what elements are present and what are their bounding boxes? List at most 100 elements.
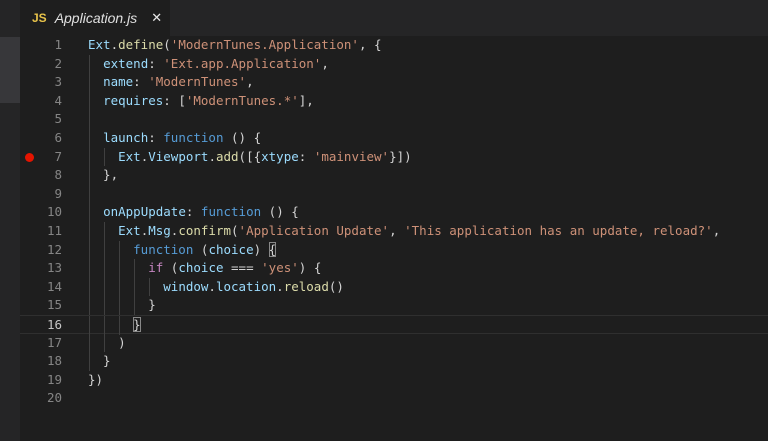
code-editor[interactable]: 1Ext.define('ModernTunes.Application', {… bbox=[20, 36, 768, 441]
line-number: 1 bbox=[20, 36, 62, 55]
code-line[interactable]: 20 bbox=[20, 389, 768, 408]
code-token: function bbox=[163, 130, 223, 145]
code-text: Ext.Msg.confirm('Application Update', 'T… bbox=[88, 222, 720, 241]
code-token: . bbox=[276, 279, 284, 294]
code-line[interactable]: 14 window.location.reload() bbox=[20, 278, 768, 297]
code-token: () { bbox=[224, 130, 262, 145]
code-token: : bbox=[133, 74, 148, 89]
code-token: : bbox=[299, 149, 314, 164]
code-line[interactable]: 4 requires: ['ModernTunes.*'], bbox=[20, 92, 768, 111]
activity-bar bbox=[0, 0, 20, 441]
code-token bbox=[88, 93, 103, 108]
code-token: function bbox=[201, 204, 261, 219]
code-token bbox=[88, 279, 163, 294]
code-token: name bbox=[103, 74, 133, 89]
code-token: Msg bbox=[148, 223, 171, 238]
code-token: ( bbox=[163, 260, 178, 275]
code-token: ) bbox=[88, 335, 126, 350]
line-number: 11 bbox=[20, 222, 62, 241]
code-token: ( bbox=[231, 223, 239, 238]
code-token: launch bbox=[103, 130, 148, 145]
code-token bbox=[88, 204, 103, 219]
indent-guide bbox=[89, 185, 90, 204]
code-token: 'ModernTunes.Application' bbox=[171, 37, 359, 52]
code-token: : bbox=[148, 130, 163, 145]
code-text: requires: ['ModernTunes.*'], bbox=[88, 92, 314, 111]
code-token: }, bbox=[88, 167, 118, 182]
code-token bbox=[88, 130, 103, 145]
code-token: xtype bbox=[261, 149, 299, 164]
code-line[interactable]: 15 } bbox=[20, 296, 768, 315]
code-line[interactable]: 11 Ext.Msg.confirm('Application Update',… bbox=[20, 222, 768, 241]
code-line[interactable]: 7 Ext.Viewport.add([{xtype: 'mainview'}]… bbox=[20, 148, 768, 167]
line-number: 5 bbox=[20, 110, 62, 129]
code-text: ) bbox=[88, 334, 126, 353]
code-token: Viewport bbox=[148, 149, 208, 164]
code-token: choice bbox=[208, 242, 253, 257]
code-token: ([{ bbox=[239, 149, 262, 164]
code-token: . bbox=[208, 279, 216, 294]
code-line[interactable]: 2 extend: 'Ext.app.Application', bbox=[20, 55, 768, 74]
line-number: 16 bbox=[20, 316, 62, 335]
line-number: 4 bbox=[20, 92, 62, 111]
code-text: launch: function () { bbox=[88, 129, 261, 148]
line-number: 18 bbox=[20, 352, 62, 371]
code-line[interactable]: 18 } bbox=[20, 352, 768, 371]
code-token: Ext bbox=[118, 149, 141, 164]
code-line[interactable]: 8 }, bbox=[20, 166, 768, 185]
indent-guide bbox=[89, 110, 90, 129]
code-token: 'ModernTunes.*' bbox=[186, 93, 299, 108]
line-number: 17 bbox=[20, 334, 62, 353]
activity-bar-selected-item[interactable] bbox=[0, 37, 20, 103]
line-number: 7 bbox=[20, 148, 62, 167]
line-number: 3 bbox=[20, 73, 62, 92]
code-line[interactable]: 6 launch: function () { bbox=[20, 129, 768, 148]
line-number: 13 bbox=[20, 259, 62, 278]
code-token bbox=[88, 74, 103, 89]
code-token: () bbox=[329, 279, 344, 294]
code-line[interactable]: 19}) bbox=[20, 371, 768, 390]
code-token: ], bbox=[299, 93, 314, 108]
code-token: define bbox=[118, 37, 163, 52]
code-token: 'Application Update' bbox=[239, 223, 390, 238]
code-token: ( bbox=[193, 242, 208, 257]
close-icon[interactable]: ✕ bbox=[151, 11, 162, 26]
code-token: Ext bbox=[88, 37, 111, 52]
code-text: if (choice === 'yes') { bbox=[88, 259, 321, 278]
code-token: : bbox=[186, 204, 201, 219]
line-number: 2 bbox=[20, 55, 62, 74]
code-token: 'yes' bbox=[261, 260, 299, 275]
code-token: } bbox=[88, 297, 156, 312]
line-number: 10 bbox=[20, 203, 62, 222]
code-token: . bbox=[111, 37, 119, 52]
code-text: window.location.reload() bbox=[88, 278, 344, 297]
code-line[interactable]: 17 ) bbox=[20, 334, 768, 353]
code-token bbox=[88, 56, 103, 71]
code-line[interactable]: 5 bbox=[20, 110, 768, 129]
code-line[interactable]: 10 onAppUpdate: function () { bbox=[20, 203, 768, 222]
code-token: : bbox=[148, 56, 163, 71]
code-line[interactable]: 1Ext.define('ModernTunes.Application', { bbox=[20, 36, 768, 55]
line-number: 14 bbox=[20, 278, 62, 297]
code-text: } bbox=[88, 296, 156, 315]
code-line[interactable]: 13 if (choice === 'yes') { bbox=[20, 259, 768, 278]
code-token: 'mainview' bbox=[314, 149, 389, 164]
line-number: 15 bbox=[20, 296, 62, 315]
code-token bbox=[88, 223, 118, 238]
code-line[interactable]: 3 name: 'ModernTunes', bbox=[20, 73, 768, 92]
code-token: ) bbox=[254, 242, 269, 257]
code-token: location bbox=[216, 279, 276, 294]
code-token: 'Ext.app.Application' bbox=[163, 56, 321, 71]
code-line[interactable]: 9 bbox=[20, 185, 768, 204]
code-token: choice bbox=[178, 260, 223, 275]
code-token: . bbox=[208, 149, 216, 164]
code-token: }) bbox=[88, 372, 103, 387]
code-line[interactable]: 12 function (choice) { bbox=[20, 241, 768, 260]
line-number: 20 bbox=[20, 389, 62, 408]
line-number: 6 bbox=[20, 129, 62, 148]
tab-application-js[interactable]: JS Application.js ✕ bbox=[20, 0, 170, 36]
code-line[interactable]: 16 } bbox=[20, 315, 768, 334]
line-number: 9 bbox=[20, 185, 62, 204]
code-token: , bbox=[713, 223, 721, 238]
code-text: Ext.Viewport.add([{xtype: 'mainview'}]) bbox=[88, 148, 412, 167]
